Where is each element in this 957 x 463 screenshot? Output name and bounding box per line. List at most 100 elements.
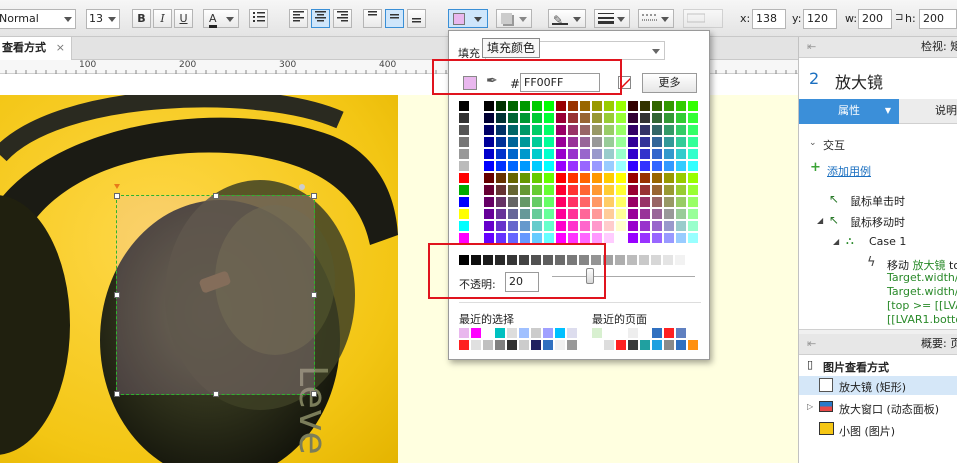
color-swatch[interactable] xyxy=(616,149,626,159)
color-swatch[interactable] xyxy=(459,101,469,111)
color-swatch[interactable] xyxy=(639,255,649,265)
y-input[interactable]: 120 xyxy=(803,9,837,29)
color-swatch[interactable] xyxy=(676,340,686,350)
color-swatch[interactable] xyxy=(592,113,602,123)
color-swatch[interactable] xyxy=(567,328,577,338)
resize-handle[interactable] xyxy=(311,292,317,298)
color-swatch[interactable] xyxy=(688,125,698,135)
color-swatch[interactable] xyxy=(628,233,638,243)
corner-radius-icon[interactable] xyxy=(114,184,120,189)
expand-arrow-icon[interactable]: ◢ xyxy=(817,216,823,225)
resize-handle[interactable] xyxy=(114,193,120,199)
color-swatch[interactable] xyxy=(484,173,494,183)
color-swatch[interactable] xyxy=(556,173,566,183)
color-swatch[interactable] xyxy=(496,101,506,111)
color-swatch[interactable] xyxy=(664,328,674,338)
color-swatch[interactable] xyxy=(652,173,662,183)
align-right-button[interactable] xyxy=(333,9,352,28)
color-swatch[interactable] xyxy=(616,137,626,147)
color-swatch[interactable] xyxy=(544,197,554,207)
color-swatch[interactable] xyxy=(592,340,602,350)
color-swatch[interactable] xyxy=(508,197,518,207)
color-swatch[interactable] xyxy=(580,173,590,183)
color-swatch[interactable] xyxy=(532,137,542,147)
color-swatch[interactable] xyxy=(615,255,625,265)
color-swatch[interactable] xyxy=(484,113,494,123)
color-swatch[interactable] xyxy=(640,197,650,207)
color-swatch[interactable] xyxy=(531,328,541,338)
color-swatch[interactable] xyxy=(496,149,506,159)
color-swatch[interactable] xyxy=(556,149,566,159)
color-swatch[interactable] xyxy=(628,209,638,219)
color-swatch[interactable] xyxy=(640,113,650,123)
color-swatch[interactable] xyxy=(616,113,626,123)
event-move[interactable]: 鼠标移动时 xyxy=(850,214,905,230)
resize-handle[interactable] xyxy=(311,391,317,397)
color-swatch[interactable] xyxy=(520,173,530,183)
color-swatch[interactable] xyxy=(652,221,662,231)
color-swatch[interactable] xyxy=(543,328,553,338)
color-swatch[interactable] xyxy=(664,101,674,111)
color-swatch[interactable] xyxy=(532,197,542,207)
collapse-icon[interactable]: ⇤ xyxy=(807,37,816,57)
color-swatch[interactable] xyxy=(568,233,578,243)
color-swatch[interactable] xyxy=(640,185,650,195)
color-swatch[interactable] xyxy=(652,185,662,195)
color-swatch[interactable] xyxy=(676,233,686,243)
color-swatch[interactable] xyxy=(543,340,553,350)
color-swatch[interactable] xyxy=(496,173,506,183)
color-swatch[interactable] xyxy=(664,209,674,219)
color-swatch[interactable] xyxy=(508,185,518,195)
valign-top-button[interactable] xyxy=(363,9,382,28)
fill-color-button[interactable] xyxy=(448,9,488,28)
outline-item-magnifier[interactable]: 放大镜 (矩形) xyxy=(839,379,906,395)
color-swatch[interactable] xyxy=(568,113,578,123)
color-swatch[interactable] xyxy=(483,340,493,350)
color-swatch[interactable] xyxy=(592,185,602,195)
color-swatch[interactable] xyxy=(496,233,506,243)
color-swatch[interactable] xyxy=(604,185,614,195)
color-swatch[interactable] xyxy=(556,101,566,111)
color-swatch[interactable] xyxy=(508,149,518,159)
color-swatch[interactable] xyxy=(508,221,518,231)
arrow-style-button[interactable] xyxy=(683,9,723,28)
color-swatch[interactable] xyxy=(568,185,578,195)
color-swatch[interactable] xyxy=(520,209,530,219)
color-swatch[interactable] xyxy=(532,209,542,219)
color-swatch[interactable] xyxy=(652,197,662,207)
color-swatch[interactable] xyxy=(676,161,686,171)
bullet-list-button[interactable] xyxy=(249,9,268,28)
more-colors-button[interactable]: 更多 xyxy=(642,73,697,93)
color-swatch[interactable] xyxy=(507,328,517,338)
resize-handle[interactable] xyxy=(114,292,120,298)
resize-handle[interactable] xyxy=(213,391,219,397)
color-swatch[interactable] xyxy=(604,340,614,350)
color-swatch[interactable] xyxy=(556,137,566,147)
color-swatch[interactable] xyxy=(556,185,566,195)
color-swatch[interactable] xyxy=(532,125,542,135)
color-swatch[interactable] xyxy=(616,185,626,195)
color-swatch[interactable] xyxy=(640,161,650,171)
color-swatch[interactable] xyxy=(459,233,469,243)
color-swatch[interactable] xyxy=(640,340,650,350)
font-color-button[interactable]: A xyxy=(203,9,239,28)
color-swatch[interactable] xyxy=(592,209,602,219)
color-swatch[interactable] xyxy=(652,101,662,111)
color-swatch[interactable] xyxy=(459,221,469,231)
color-swatch[interactable] xyxy=(663,255,673,265)
event-click[interactable]: 鼠标单击时 xyxy=(850,193,905,209)
color-swatch[interactable] xyxy=(604,173,614,183)
color-swatch[interactable] xyxy=(688,149,698,159)
color-swatch[interactable] xyxy=(640,173,650,183)
color-swatch[interactable] xyxy=(532,221,542,231)
color-swatch[interactable] xyxy=(616,173,626,183)
color-swatch[interactable] xyxy=(459,149,469,159)
color-swatch[interactable] xyxy=(580,137,590,147)
color-swatch[interactable] xyxy=(484,221,494,231)
color-swatch[interactable] xyxy=(580,113,590,123)
color-swatch[interactable] xyxy=(604,233,614,243)
color-swatch[interactable] xyxy=(459,328,469,338)
color-swatch[interactable] xyxy=(616,233,626,243)
color-swatch[interactable] xyxy=(459,173,469,183)
color-swatch[interactable] xyxy=(580,185,590,195)
